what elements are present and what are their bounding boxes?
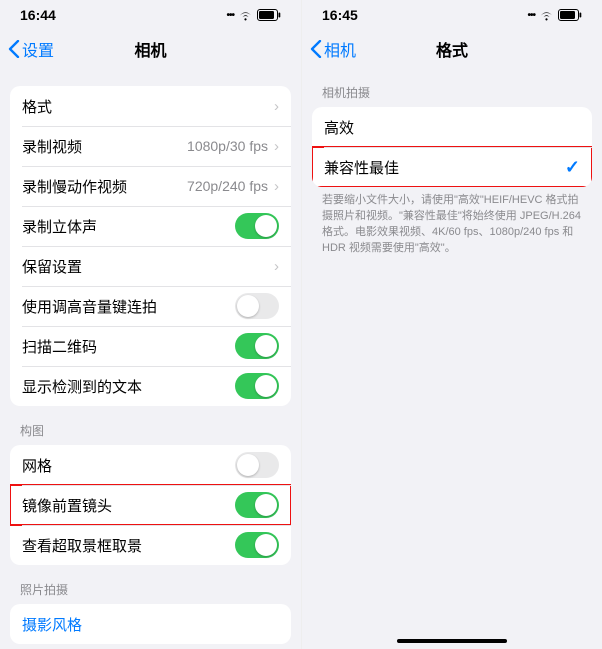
nav-bar: 设置 相机 (0, 30, 301, 68)
status-bar: 16:45 ••• (302, 0, 602, 30)
toggle-view-outside-frame[interactable] (235, 532, 279, 558)
status-time: 16:44 (20, 7, 56, 23)
wifi-icon (238, 10, 253, 21)
toggle-volume-burst[interactable] (235, 293, 279, 319)
settings-group-composition: 网格 镜像前置镜头 查看超取景框取景 (10, 445, 291, 565)
content: 格式 › 录制视频 1080p/30 fps › 录制慢动作视频 720p/24… (0, 68, 301, 649)
row-photographic-styles[interactable]: 摄影风格 (10, 604, 291, 644)
back-button[interactable]: 相机 (310, 37, 356, 61)
row-record-slomo[interactable]: 录制慢动作视频 720p/240 fps › (10, 166, 291, 206)
phone-formats-settings: 16:45 ••• 相机 格式 相机拍摄 高效 兼容性最佳 ✓ (301, 0, 602, 649)
row-grid: 网格 (10, 445, 291, 485)
battery-icon (257, 9, 281, 21)
row-most-compatible[interactable]: 兼容性最佳 ✓ (312, 147, 592, 187)
chevron-right-icon: › (274, 98, 279, 115)
wifi-icon (539, 10, 554, 21)
row-record-video[interactable]: 录制视频 1080p/30 fps › (10, 126, 291, 166)
row-scan-qr: 扫描二维码 (10, 326, 291, 366)
row-preserve-settings[interactable]: 保留设置 › (10, 246, 291, 286)
section-header-composition: 构图 (10, 406, 291, 445)
row-detected-text: 显示检测到的文本 (10, 366, 291, 406)
row-volume-burst: 使用调高音量键连拍 (10, 286, 291, 326)
page-title: 格式 (436, 37, 468, 61)
footer-photographic-styles: 将你的个人审美带进摄影作品，使照片更加个性化。"摄影风格"使用先进的场景理解技术… (10, 644, 291, 649)
row-mirror-front: 镜像前置镜头 (10, 485, 291, 525)
cellular-icon: ••• (527, 10, 535, 21)
toggle-scan-qr[interactable] (235, 333, 279, 359)
toggle-stereo[interactable] (235, 213, 279, 239)
toggle-grid[interactable] (235, 452, 279, 478)
page-title: 相机 (134, 37, 166, 61)
home-indicator[interactable] (397, 639, 507, 643)
chevron-right-icon: › (274, 258, 279, 275)
chevron-left-icon (310, 40, 322, 58)
footer-formats: 若要缩小文件大小，请使用"高效"HEIF/HEVC 格式拍摄照片和视频。"兼容性… (312, 187, 592, 257)
status-time: 16:45 (322, 7, 358, 23)
cellular-icon: ••• (226, 10, 234, 21)
back-button[interactable]: 设置 (8, 37, 54, 61)
section-header-camera-capture: 相机拍摄 (312, 68, 592, 107)
settings-group-photo-capture: 摄影风格 (10, 604, 291, 644)
status-bar: 16:44 ••• (0, 0, 301, 30)
settings-group-1: 格式 › 录制视频 1080p/30 fps › 录制慢动作视频 720p/24… (10, 86, 291, 406)
phone-camera-settings: 16:44 ••• 设置 相机 格式 › 录制视频 1080p/30 (0, 0, 301, 649)
chevron-right-icon: › (274, 178, 279, 195)
formats-group: 高效 兼容性最佳 ✓ (312, 107, 592, 187)
row-view-outside-frame: 查看超取景框取景 (10, 525, 291, 565)
content: 相机拍摄 高效 兼容性最佳 ✓ 若要缩小文件大小，请使用"高效"HEIF/HEV… (302, 68, 602, 649)
row-high-efficiency[interactable]: 高效 (312, 107, 592, 147)
status-indicators: ••• (226, 9, 281, 21)
toggle-detected-text[interactable] (235, 373, 279, 399)
status-indicators: ••• (527, 9, 582, 21)
battery-icon (558, 9, 582, 21)
toggle-mirror-front[interactable] (235, 492, 279, 518)
row-formats[interactable]: 格式 › (10, 86, 291, 126)
chevron-left-icon (8, 40, 20, 58)
checkmark-icon: ✓ (565, 157, 580, 178)
row-stereo: 录制立体声 (10, 206, 291, 246)
section-header-photo-capture: 照片拍摄 (10, 565, 291, 604)
chevron-right-icon: › (274, 138, 279, 155)
back-label: 设置 (22, 37, 54, 61)
nav-bar: 相机 格式 (302, 30, 602, 68)
back-label: 相机 (324, 37, 356, 61)
